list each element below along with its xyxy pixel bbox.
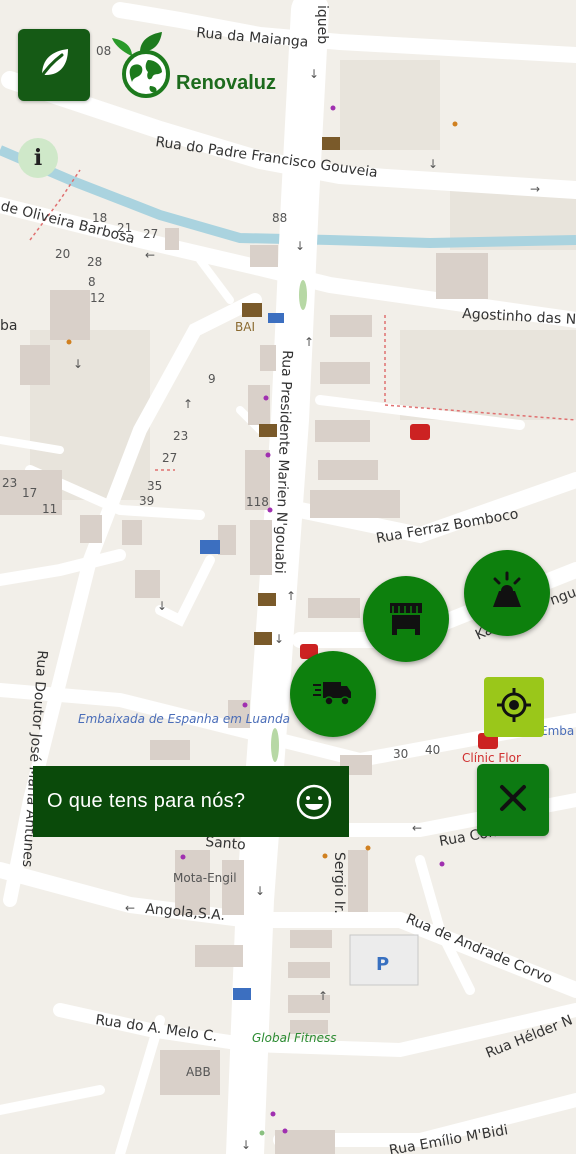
house-number: 11 [42,502,57,516]
house-number: 23 [2,476,17,490]
svg-text:←: ← [125,901,135,915]
house-number: 27 [143,227,158,241]
smiley-icon [295,783,333,826]
svg-text:↓: ↓ [295,239,305,253]
svg-text:↑: ↑ [304,335,314,349]
svg-text:↓: ↓ [428,157,438,171]
poi-label: Mota-Engil [173,871,237,885]
street-label: iqueb [314,5,330,44]
svg-text:←: ← [145,248,155,262]
delivery-button[interactable] [290,651,376,737]
svg-text:P: P [376,954,389,975]
house-number: 27 [162,451,177,465]
close-menu-button[interactable] [477,764,549,836]
close-icon [497,782,529,819]
svg-text:↓: ↓ [255,884,265,898]
svg-text:↑: ↑ [318,989,328,1003]
house-number: 08 [96,44,111,58]
house-number: 8 [88,275,96,289]
svg-text:↑: ↑ [183,397,193,411]
svg-text:↓: ↓ [274,632,284,646]
svg-text:→: → [530,182,540,196]
house-number: 39 [139,494,154,508]
globe-leaf-icon [110,32,176,107]
house-number: 20 [55,247,70,261]
brand-logo: Renovaluz [110,32,300,102]
feedback-prompt[interactable]: O que tens para nós? [33,766,349,837]
poi-label: Embaixada de Espanha em Luanda [78,712,290,726]
house-number: 118 [246,495,269,509]
poi-label: ABB [186,1065,211,1079]
svg-text:←: ← [412,821,422,835]
delivery-truck-icon [311,670,355,719]
warning-light-icon [485,569,529,618]
house-number: 12 [90,291,105,305]
poi-label: Clínic Flor [462,751,521,765]
info-icon: i [33,145,43,171]
app-logo-button[interactable] [18,29,90,101]
house-number: 88 [272,211,287,225]
leaf-icon [34,43,74,88]
feedback-prompt-label: O que tens para nós? [47,790,246,812]
svg-text:↓: ↓ [157,599,167,613]
house-number: 9 [208,372,216,386]
house-number: 40 [425,743,440,757]
house-number: 18 [92,211,107,225]
house-number: 21 [117,221,132,235]
street-label: Sergio Ir. [331,852,347,914]
street-label: ba [0,318,17,334]
info-button[interactable]: i [18,138,58,178]
market-button[interactable] [363,576,449,662]
market-stall-icon [384,595,428,644]
poi-label: Global Fitness [252,1031,337,1045]
poi-label: BAI [235,320,255,334]
poi-label: Emba da Ín em Lua [540,723,576,738]
locate-me-button[interactable] [484,677,544,737]
house-number: 35 [147,479,162,493]
house-number: 23 [173,429,188,443]
svg-text:↓: ↓ [241,1138,251,1152]
house-number: 28 [87,255,102,269]
brand-name: Renovaluz [176,72,277,94]
house-number: 30 [393,747,408,761]
house-number: 17 [22,486,37,500]
svg-text:↓: ↓ [309,67,319,81]
svg-text:↑: ↑ [286,589,296,603]
report-hazard-button[interactable] [464,550,550,636]
svg-text:↓: ↓ [73,357,83,371]
crosshair-icon [496,687,532,728]
